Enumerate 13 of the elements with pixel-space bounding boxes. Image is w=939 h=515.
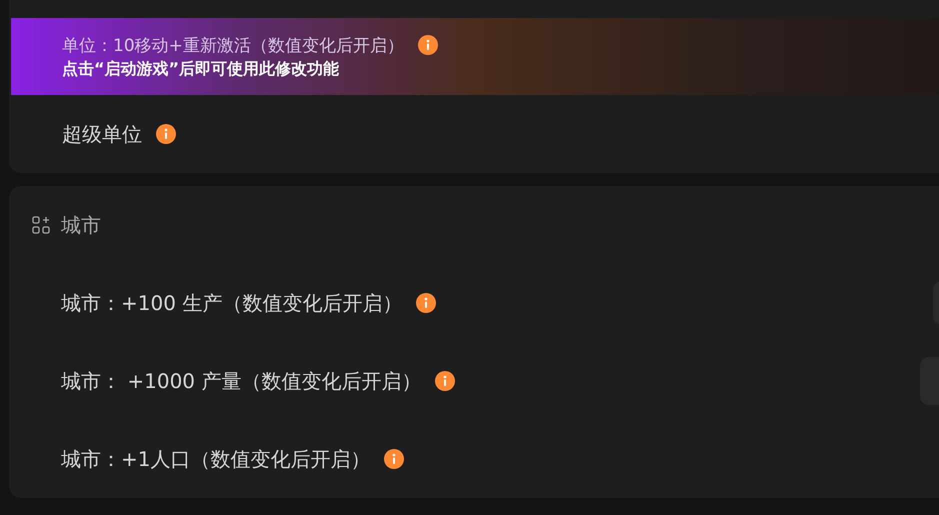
notice-text: 点击“启动游戏”后即可使用此修改功能 <box>62 58 340 80</box>
option-label: 城市： +1000 产量（数值变化后开启） <box>61 368 422 394</box>
info-icon[interactable] <box>156 124 176 144</box>
option-label: 超级单位 <box>62 120 142 148</box>
info-icon[interactable] <box>416 293 436 313</box>
option-label: 单位：10移动+重新激活（数值变化后开启） <box>62 34 404 56</box>
info-icon[interactable] <box>435 371 456 391</box>
info-icon[interactable] <box>418 35 438 55</box>
section-title: 城市 <box>61 212 101 238</box>
apps-icon <box>32 216 51 234</box>
option-label: 城市：+1人口（数值变化后开启） <box>61 446 370 472</box>
info-icon[interactable] <box>384 449 404 469</box>
option-label: 城市：+100 生产（数值变化后开启） <box>61 290 402 316</box>
